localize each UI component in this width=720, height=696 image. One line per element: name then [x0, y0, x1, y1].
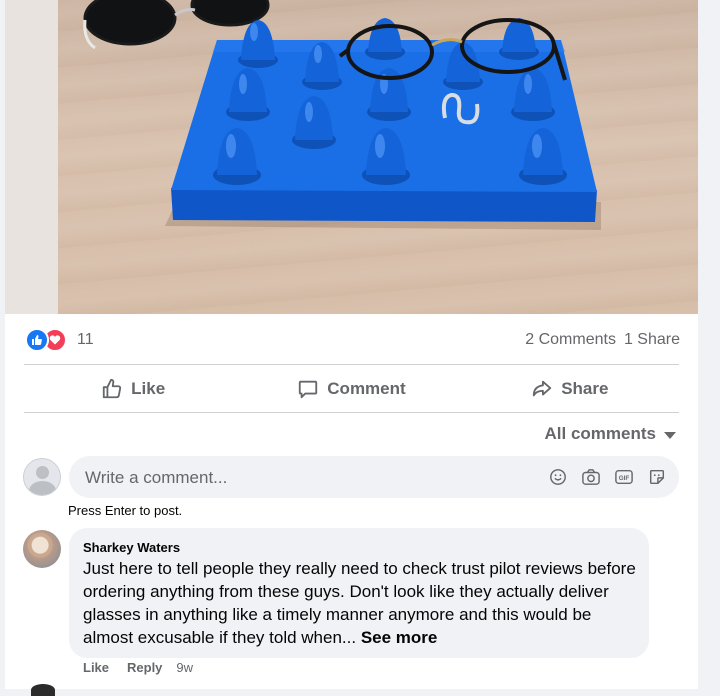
- comment-actions: Like Reply 9w: [83, 660, 193, 675]
- divider: [24, 364, 679, 365]
- like-button[interactable]: Like: [24, 366, 242, 412]
- reaction-count[interactable]: 11: [77, 331, 94, 349]
- post-photo[interactable]: [5, 0, 698, 314]
- comment-input[interactable]: [83, 456, 527, 500]
- sticker-icon[interactable]: [647, 467, 667, 487]
- comment-reply-link[interactable]: Reply: [127, 660, 162, 675]
- post-action-bar: Like Comment Share: [24, 366, 679, 412]
- comment-button[interactable]: Comment: [242, 366, 460, 412]
- svg-text:GIF: GIF: [619, 475, 630, 482]
- comment-timestamp[interactable]: 9w: [176, 660, 193, 675]
- emoji-icon[interactable]: [548, 467, 568, 487]
- avatar[interactable]: [23, 530, 61, 568]
- comment-bubble: Sharkey Waters Just here to tell people …: [69, 528, 649, 658]
- avatar: [31, 684, 55, 696]
- speech-bubble-icon: [299, 380, 318, 399]
- see-more-link[interactable]: See more: [361, 628, 438, 647]
- gif-icon[interactable]: GIF: [614, 467, 634, 487]
- peg: [238, 20, 278, 68]
- post-card: 11 2 Comments 1 Share Like Comment Share …: [5, 0, 698, 696]
- reaction-summary[interactable]: 11: [25, 328, 94, 352]
- comment-button-label: Comment: [327, 379, 406, 398]
- like-reaction-icon: [25, 328, 49, 352]
- caret-down-icon: [664, 432, 676, 439]
- engagement-counts: 2 Comments 1 Share: [517, 331, 680, 349]
- shares-count-link[interactable]: 1 Share: [624, 331, 680, 348]
- comments-count-link[interactable]: 2 Comments: [525, 331, 616, 348]
- like-button-label: Like: [131, 379, 166, 398]
- page-background: [698, 0, 720, 689]
- comment-author[interactable]: Sharkey Waters: [83, 540, 180, 555]
- comment-text: Just here to tell people they really nee…: [83, 559, 636, 647]
- share-button-label: Share: [561, 379, 609, 398]
- comments-filter-label: All comments: [544, 424, 656, 443]
- divider: [24, 412, 679, 413]
- glasses-tray-illustration: [83, 0, 601, 230]
- share-arrow-icon: [533, 380, 552, 397]
- camera-icon[interactable]: [581, 467, 601, 487]
- comment-composer: GIF: [69, 456, 679, 500]
- comment-like-link[interactable]: Like: [83, 660, 109, 675]
- thumbs-up-icon: [102, 378, 122, 399]
- composer-icons: GIF: [535, 467, 667, 487]
- current-user-avatar[interactable]: [23, 458, 61, 496]
- composer-hint: Press Enter to post.: [68, 503, 183, 518]
- comments-filter-dropdown[interactable]: All comments: [545, 424, 676, 444]
- share-button[interactable]: Share: [461, 366, 679, 412]
